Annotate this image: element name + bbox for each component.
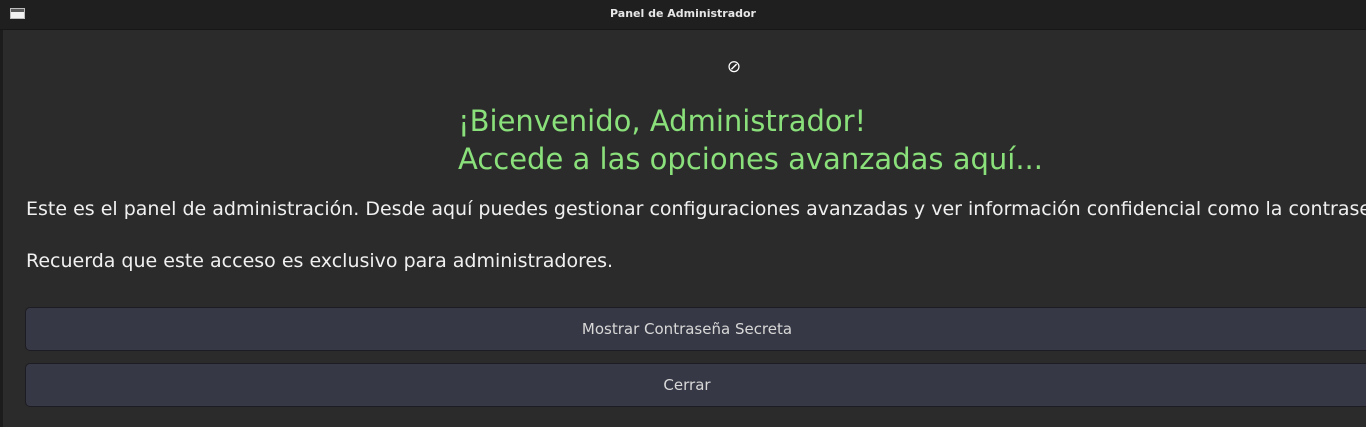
description-paragraph: Este es el panel de administración. Desd… — [26, 198, 1366, 220]
welcome-line-2: Accede a las opciones avanzadas aquí... — [458, 142, 1043, 176]
welcome-heading: ¡Bienvenido, Administrador! Accede a las… — [458, 102, 1043, 178]
close-button[interactable]: Cerrar — [25, 363, 1366, 407]
window-titlebar[interactable]: Panel de Administrador — [0, 0, 1366, 30]
reminder-paragraph: Recuerda que este acceso es exclusivo pa… — [26, 250, 614, 272]
welcome-line-1: ¡Bienvenido, Administrador! — [458, 104, 867, 138]
logo-icon: ⊘ — [726, 57, 742, 77]
close-label: Cerrar — [663, 376, 711, 394]
window-title: Panel de Administrador — [610, 7, 756, 20]
show-secret-password-button[interactable]: Mostrar Contraseña Secreta — [25, 307, 1366, 351]
show-secret-password-label: Mostrar Contraseña Secreta — [581, 320, 793, 338]
admin-panel-content: ⊘ ¡Bienvenido, Administrador! Accede a l… — [0, 30, 1366, 427]
